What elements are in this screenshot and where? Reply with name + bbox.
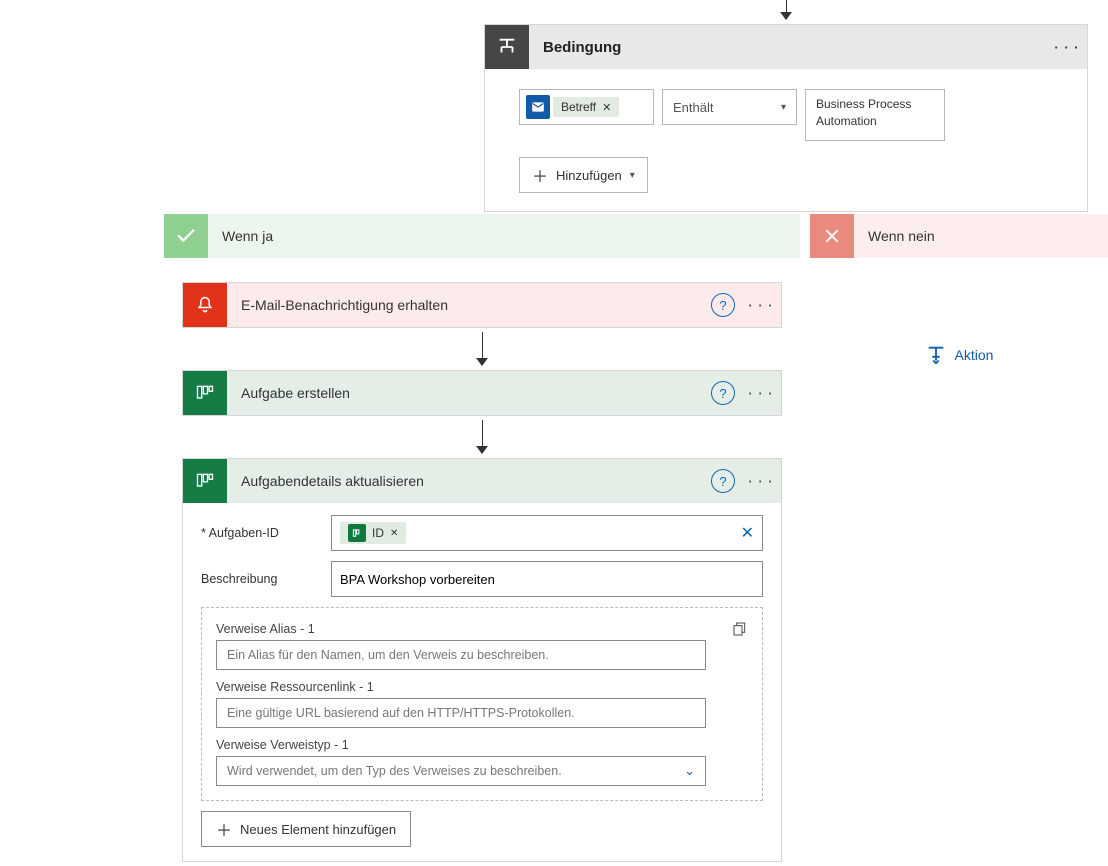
branch-yes: Wenn ja E-Mail-Benachrichtigung erhalten… [164,214,800,866]
ref-alias-input[interactable]: Ein Alias für den Namen, um den Verweis … [216,640,706,670]
add-condition-label: Hinzufügen [556,168,622,183]
task-id-input[interactable]: ID ✕ ✕ [331,515,763,551]
planner-icon [348,524,366,542]
condition-card: Bedingung · · · Betreff ✕ Enthält ▾ [484,24,1088,212]
ref-type-label: Verweise Verweistyp - 1 [216,738,748,752]
condition-icon [485,25,529,69]
condition-body: Betreff ✕ Enthält ▾ Business Process Aut… [485,69,1087,211]
connector-arrow [178,328,786,370]
condition-more-icon[interactable]: · · · [1047,40,1087,55]
more-icon[interactable]: · · · [741,386,781,401]
bell-icon [183,283,227,327]
task-id-label: * Aufgaben-ID [201,526,331,540]
ref-type-select[interactable]: Wird verwendet, um den Typ des Verweises… [216,756,706,786]
branch-yes-title: Wenn ja [208,228,273,244]
action-email-notification: E-Mail-Benachrichtigung erhalten ? · · · [182,282,782,328]
operator-label: Enthält [673,100,713,115]
branch-no: Wenn nein Aktion [810,214,1108,366]
add-action-icon [925,344,947,366]
token-remove-icon[interactable]: ✕ [390,528,398,539]
ref-alias-label: Verweise Alias - 1 [216,622,315,636]
help-icon[interactable]: ? [711,469,735,493]
condition-header[interactable]: Bedingung · · · [485,25,1087,69]
references-section: Verweise Alias - 1 Ein Alias für den Nam… [201,607,763,801]
description-field[interactable] [340,572,754,587]
chevron-down-icon: ▾ [630,170,635,181]
action-header[interactable]: Aufgabendetails aktualisieren ? · · · [183,459,781,503]
planner-icon [183,459,227,503]
add-action-button[interactable]: Aktion [810,344,1108,366]
action-header[interactable]: Aufgabe erstellen ? · · · [183,371,781,415]
condition-left-operand[interactable]: Betreff ✕ [519,89,654,125]
action-header[interactable]: E-Mail-Benachrichtigung erhalten ? · · · [183,283,781,327]
add-element-button[interactable]: ＋ Neues Element hinzufügen [201,811,411,847]
branch-no-header: Wenn nein [810,214,1108,258]
chevron-down-icon: ⌄ [684,763,695,779]
ref-url-input[interactable]: Eine gültige URL basierend auf den HTTP/… [216,698,706,728]
close-icon [810,214,854,258]
branch-no-title: Wenn nein [854,228,935,244]
action-title: Aufgabendetails aktualisieren [227,473,711,489]
more-icon[interactable]: · · · [741,474,781,489]
add-condition-button[interactable]: ＋ Hinzufügen ▾ [519,157,648,193]
check-icon [164,214,208,258]
id-token[interactable]: ID ✕ [340,522,406,544]
condition-operator-select[interactable]: Enthält ▾ [662,89,797,125]
help-icon[interactable]: ? [711,381,735,405]
action-form: * Aufgaben-ID ID ✕ ✕ [183,503,781,861]
action-title: Aufgabe erstellen [227,385,711,401]
outlook-icon [526,95,550,119]
description-input[interactable] [331,561,763,597]
flow-canvas: Bedingung · · · Betreff ✕ Enthält ▾ [0,0,1108,812]
token-remove-icon[interactable]: ✕ [602,101,611,114]
token-label: Betreff [561,100,596,114]
description-label: Beschreibung [201,572,331,586]
action-title: E-Mail-Benachrichtigung erhalten [227,297,711,313]
condition-value-text: Business Process Automation [816,97,911,128]
action-create-task: Aufgabe erstellen ? · · · [182,370,782,416]
connector-arrow [780,0,792,20]
planner-icon [183,371,227,415]
plus-icon: ＋ [216,817,232,841]
condition-value-input[interactable]: Business Process Automation [805,89,945,141]
subject-token[interactable]: Betreff ✕ [553,97,619,117]
branch-yes-header: Wenn ja [164,214,800,258]
more-icon[interactable]: · · · [741,298,781,313]
connector-arrow [178,416,786,458]
plus-icon: ＋ [532,163,548,187]
chevron-down-icon: ▾ [781,102,786,113]
copy-icon[interactable] [732,621,748,637]
help-icon[interactable]: ? [711,293,735,317]
ref-url-label: Verweise Ressourcenlink - 1 [216,680,748,694]
clear-icon[interactable]: ✕ [741,523,754,543]
condition-title: Bedingung [529,39,1047,56]
action-update-task-details: Aufgabendetails aktualisieren ? · · · * … [182,458,782,862]
